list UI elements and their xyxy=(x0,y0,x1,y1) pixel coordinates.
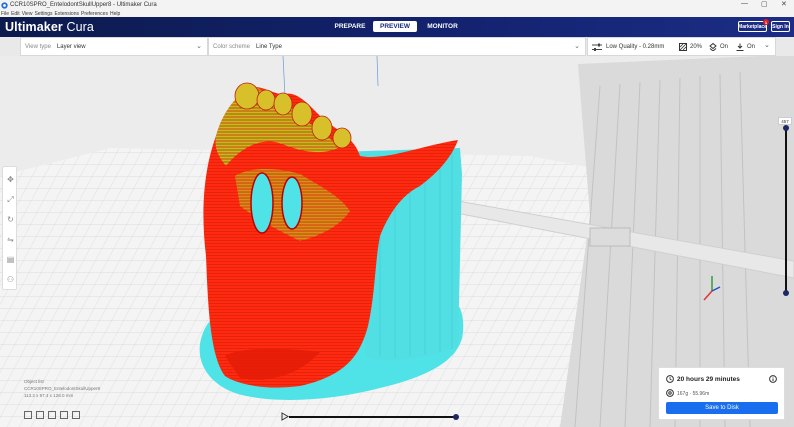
menu-view[interactable]: View xyxy=(22,11,33,17)
right-view-icon[interactable] xyxy=(72,411,80,419)
3d-view-icon[interactable] xyxy=(24,411,32,419)
chevron-down-icon: ⌄ xyxy=(196,43,202,50)
marketplace-button[interactable]: Marketplace 1 xyxy=(738,19,769,32)
notification-badge: 1 xyxy=(763,19,769,25)
color-scheme-selector[interactable]: Color scheme Line Type ⌄ xyxy=(208,37,586,56)
stage-monitor-tab[interactable]: MONITOR xyxy=(424,21,461,32)
clock-icon xyxy=(666,375,674,383)
minimize-button[interactable]: — xyxy=(741,0,748,7)
object-list-toggle[interactable]: Object list xyxy=(24,378,100,385)
right-eye-socket xyxy=(281,176,303,230)
mirror-icon[interactable]: ⇋ xyxy=(6,235,15,244)
support-icon xyxy=(709,43,717,51)
print-settings-panel-toggle[interactable]: Low Quality - 0.28mm 20% On On ⌄ xyxy=(587,37,776,56)
menu-extensions[interactable]: Extensions xyxy=(55,11,79,17)
quality-profile-label: Low Quality - 0.28mm xyxy=(606,44,665,50)
info-icon[interactable] xyxy=(769,375,777,383)
left-view-icon[interactable] xyxy=(60,411,68,419)
stage-prepare-tab[interactable]: PREPARE xyxy=(333,21,367,32)
window-title: CCR10SPRO_EntelodontSkullUpper8 - Ultima… xyxy=(10,2,157,8)
menu-bar: File Edit View Settings Extensions Prefe… xyxy=(0,10,794,17)
print-summary-panel: 20 hours 29 minutes 167g · 55.96m Save t… xyxy=(658,367,785,420)
chevron-down-icon: ⌄ xyxy=(574,43,580,50)
view-type-value: Layer view xyxy=(56,43,86,50)
app-header: Ultimaker Cura PREPARE PREVIEW MONITOR M… xyxy=(0,17,794,37)
filament-spool-icon xyxy=(666,389,674,397)
menu-help[interactable]: Help xyxy=(110,11,120,17)
menu-edit[interactable]: Edit xyxy=(11,11,20,17)
menu-settings[interactable]: Settings xyxy=(34,11,52,17)
left-eye-socket xyxy=(250,172,274,234)
camera-view-buttons xyxy=(24,411,80,419)
support-value: On xyxy=(720,44,729,50)
per-model-settings-icon[interactable]: ▤ xyxy=(6,255,15,264)
path-slider-handle[interactable] xyxy=(453,414,459,420)
close-button[interactable]: ✕ xyxy=(781,0,787,8)
current-layer-label[interactable]: 457 xyxy=(778,117,792,125)
rotate-icon[interactable]: ↻ xyxy=(6,215,15,224)
menu-preferences[interactable]: Preferences xyxy=(81,11,108,17)
material-usage: 167g · 55.96m xyxy=(677,391,710,397)
sign-in-button[interactable]: Sign In xyxy=(771,21,790,32)
object-info: Object list CCR10SPRO_EntelodontSkullUpp… xyxy=(24,378,100,399)
path-slider-track[interactable] xyxy=(289,416,456,418)
chevron-down-icon: ⌄ xyxy=(764,42,770,49)
maximize-button[interactable]: ▢ xyxy=(761,0,768,8)
adhesion-icon xyxy=(736,43,744,51)
menu-file[interactable]: File xyxy=(1,11,9,17)
front-view-icon[interactable] xyxy=(36,411,44,419)
title-bar: CCR10SPRO_EntelodontSkullUpper8 - Ultima… xyxy=(0,0,794,10)
color-scheme-label: Color scheme xyxy=(213,43,251,50)
left-toolbar: ✥ ⤢ ↻ ⇋ ▤ ⚇ xyxy=(2,166,17,290)
object-dimensions: 113.2 x 97.4 x 128.0 mm xyxy=(24,393,74,398)
app-logo: Ultimaker Cura xyxy=(5,20,94,34)
layer-slider-top-handle[interactable] xyxy=(783,125,789,131)
sliders-icon xyxy=(592,43,602,51)
adhesion-value: On xyxy=(747,44,756,50)
scale-icon[interactable]: ⤢ xyxy=(6,195,15,204)
save-to-disk-button[interactable]: Save to Disk xyxy=(666,402,778,414)
view-type-label: View type xyxy=(25,43,51,50)
infill-icon xyxy=(679,43,687,51)
print-head-carriage xyxy=(589,227,631,247)
object-name: CCR10SPRO_EntelodontSkullUpper8 xyxy=(24,386,101,391)
support-blocker-icon[interactable]: ⚇ xyxy=(6,275,15,284)
top-view-icon[interactable] xyxy=(48,411,56,419)
stage-preview-tab[interactable]: PREVIEW xyxy=(373,21,417,32)
infill-value: 20% xyxy=(690,44,703,50)
cura-app-icon xyxy=(1,1,8,9)
print-time: 20 hours 29 minutes xyxy=(677,376,740,383)
layer-slider-bottom-handle[interactable] xyxy=(783,290,789,296)
color-scheme-value: Line Type xyxy=(256,43,282,50)
layer-slider-track[interactable] xyxy=(785,128,787,294)
play-icon[interactable] xyxy=(281,412,289,421)
move-icon[interactable]: ✥ xyxy=(6,175,15,184)
view-type-selector[interactable]: View type Layer view ⌄ xyxy=(20,37,208,56)
